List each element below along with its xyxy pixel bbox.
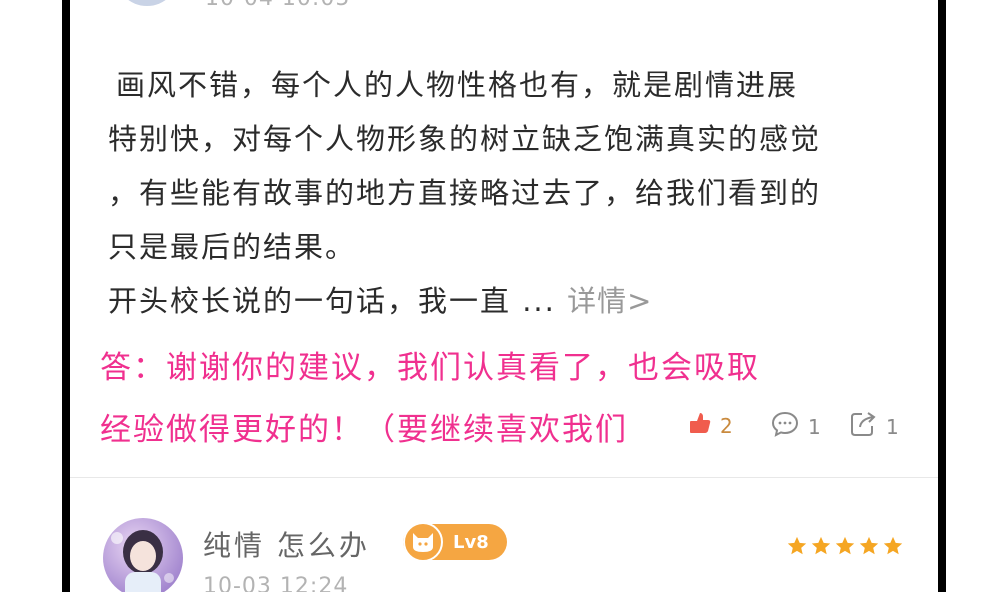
cat-face-icon	[403, 522, 443, 562]
comment-text-line: 只是最后的结果。	[108, 230, 357, 264]
like-button[interactable]: 2	[688, 410, 733, 441]
star-icon	[811, 536, 831, 555]
share-icon	[848, 410, 878, 443]
star-icon	[787, 536, 807, 555]
author-reply-line: 答：谢谢你的建议，我们认真看了，也会吸取	[100, 350, 760, 386]
comment-panel: 10-04 10:05 画风不错，每个人的人物性格也有，就是剧情进展 特别快，对…	[70, 0, 938, 592]
avatar[interactable]	[115, 0, 179, 6]
reply-count: 1	[808, 414, 821, 439]
comment-text-line: ，有些能有故事的地方直接略过去了，给我们看到的	[108, 176, 822, 210]
share-button[interactable]: 1	[848, 410, 899, 443]
level-badge: Lv8	[403, 522, 507, 562]
comment-bubble-icon	[770, 410, 800, 443]
share-count: 1	[886, 414, 899, 439]
comment-text-line: 画风不错，每个人的人物性格也有，就是剧情进展	[116, 68, 799, 102]
divider	[70, 477, 938, 478]
details-link[interactable]: 详情>	[567, 284, 652, 318]
level-label: Lv8	[453, 531, 489, 553]
right-margin	[946, 0, 1000, 592]
comment-text-truncated: 开头校长说的一句话，我一直 ...	[108, 284, 556, 318]
star-icon	[883, 536, 903, 555]
thumbs-up-icon	[688, 410, 712, 441]
star-icon	[835, 536, 855, 555]
rating-stars	[786, 535, 904, 557]
comment-truncated-line: 开头校长说的一句话，我一直 ... 详情>	[108, 278, 652, 320]
comment-timestamp: 10-03 12:24	[203, 574, 349, 592]
comment-text-line: 特别快，对每个人物形象的树立缺乏饱满真实的感觉	[108, 122, 822, 156]
author-reply-line: 经验做得更好的！（要继续喜欢我们	[100, 412, 628, 448]
left-border	[62, 0, 70, 592]
avatar[interactable]	[103, 518, 183, 592]
username[interactable]: 纯情 怎么办	[203, 524, 370, 564]
reply-button[interactable]: 1	[770, 410, 821, 443]
left-margin	[0, 0, 62, 592]
comment-timestamp: 10-04 10:05	[205, 0, 350, 11]
like-count: 2	[720, 413, 733, 438]
right-border	[938, 0, 946, 592]
star-icon	[859, 536, 879, 555]
